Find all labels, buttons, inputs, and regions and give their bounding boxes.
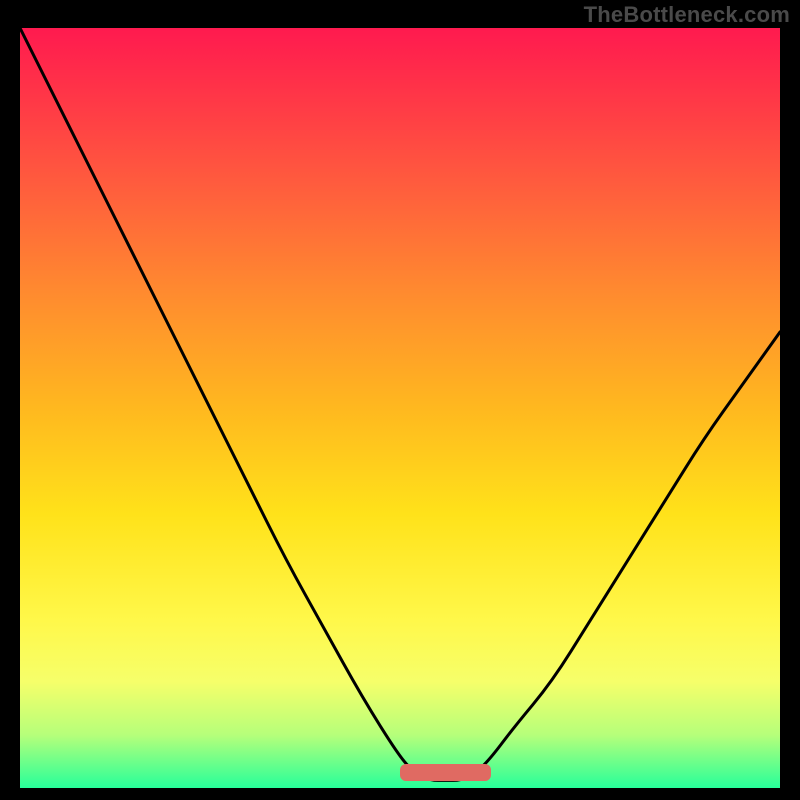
plot-area <box>20 28 780 788</box>
bottleneck-curve <box>20 28 780 788</box>
optimal-range-marker <box>400 764 491 781</box>
curve-path <box>20 28 780 780</box>
watermark-text: TheBottleneck.com <box>584 2 790 28</box>
chart-frame: TheBottleneck.com <box>0 0 800 800</box>
